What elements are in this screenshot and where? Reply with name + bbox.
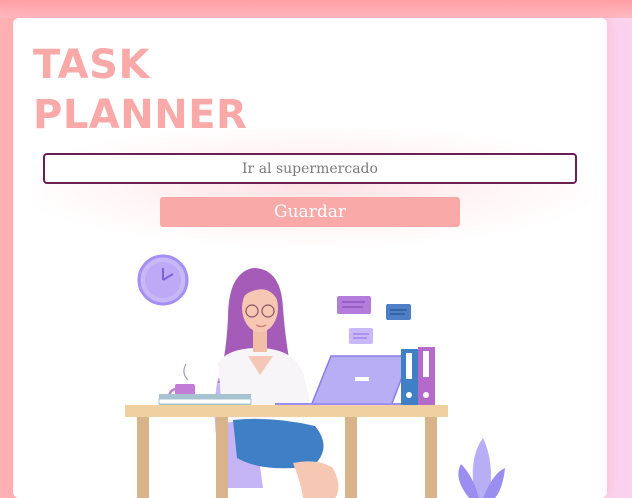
binder-icon xyxy=(401,347,435,407)
woman-working-at-desk-illustration xyxy=(125,254,505,498)
plant-icon xyxy=(458,438,505,498)
chat-bubble-icon xyxy=(337,296,411,344)
top-background xyxy=(0,0,632,18)
wall-clock-icon xyxy=(137,254,189,306)
planner-card: TASK PLANNER Guardar xyxy=(13,18,607,498)
